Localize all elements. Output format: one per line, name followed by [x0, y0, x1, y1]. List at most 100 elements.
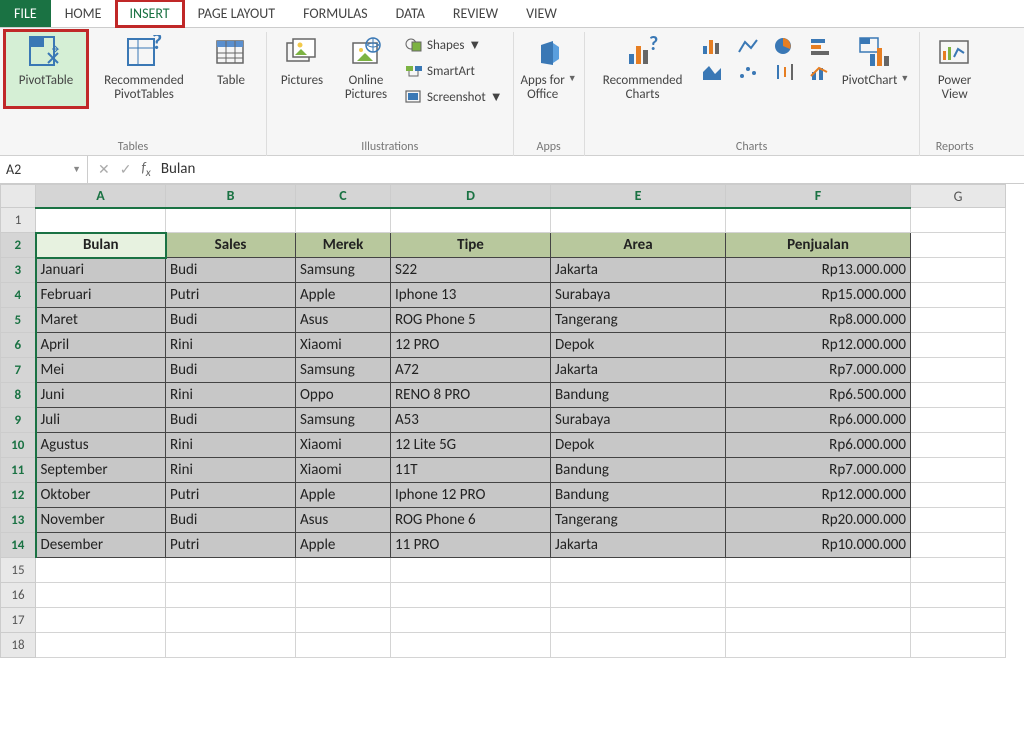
tab-formulas[interactable]: FORMULAS — [289, 0, 382, 27]
cell[interactable]: Budi — [166, 358, 296, 383]
cell[interactable] — [36, 608, 166, 633]
pictures-button[interactable]: Pictures — [273, 32, 331, 106]
cell[interactable]: Samsung — [296, 358, 391, 383]
shapes-button[interactable]: Shapes ▼ — [401, 34, 507, 56]
cell[interactable] — [911, 333, 1006, 358]
tab-home[interactable]: HOME — [51, 0, 116, 27]
cell[interactable]: September — [36, 458, 166, 483]
cell[interactable] — [551, 583, 726, 608]
cell[interactable]: Apple — [296, 533, 391, 558]
cell[interactable]: Rini — [166, 458, 296, 483]
cancel-formula-icon[interactable]: ✕ — [98, 161, 110, 178]
cell[interactable]: Oppo — [296, 383, 391, 408]
cell[interactable]: Rini — [166, 383, 296, 408]
recommended-charts-button[interactable]: ? Recommended Charts — [591, 32, 695, 106]
cell[interactable]: A53 — [391, 408, 551, 433]
cell[interactable]: Apple — [296, 283, 391, 308]
enter-formula-icon[interactable]: ✓ — [120, 161, 132, 178]
row-header[interactable]: 8 — [1, 383, 36, 408]
smartart-button[interactable]: SmartArt — [401, 60, 507, 82]
cell[interactable]: Mei — [36, 358, 166, 383]
online-pictures-button[interactable]: Online Pictures — [337, 32, 395, 106]
row-header[interactable]: 4 — [1, 283, 36, 308]
cell[interactable]: Rp12.000.000 — [726, 483, 911, 508]
cell[interactable]: 11 PRO — [391, 533, 551, 558]
cell[interactable] — [166, 608, 296, 633]
name-box[interactable]: A2 ▼ — [0, 156, 88, 183]
tab-data[interactable]: DATA — [382, 0, 439, 27]
cell[interactable] — [911, 358, 1006, 383]
cell[interactable] — [391, 558, 551, 583]
cell[interactable]: Samsung — [296, 408, 391, 433]
cell[interactable] — [166, 633, 296, 658]
row-header[interactable]: 10 — [1, 433, 36, 458]
cell[interactable] — [911, 608, 1006, 633]
cell[interactable] — [296, 558, 391, 583]
cell[interactable] — [391, 608, 551, 633]
column-header[interactable]: C — [296, 185, 391, 208]
combo-chart-icon[interactable] — [809, 62, 833, 82]
row-header[interactable]: 12 — [1, 483, 36, 508]
cell[interactable]: Xiaomi — [296, 433, 391, 458]
cell[interactable]: April — [36, 333, 166, 358]
row-header[interactable]: 11 — [1, 458, 36, 483]
cell[interactable] — [36, 208, 166, 233]
cell[interactable] — [911, 258, 1006, 283]
cell[interactable] — [36, 633, 166, 658]
cell[interactable]: Rp6.000.000 — [726, 408, 911, 433]
cell[interactable]: Asus — [296, 508, 391, 533]
cell[interactable]: Februari — [36, 283, 166, 308]
scatter-chart-icon[interactable] — [737, 62, 761, 82]
row-header[interactable]: 2 — [1, 233, 36, 258]
pivotchart-button[interactable]: PivotChart▼ — [839, 32, 913, 106]
cell[interactable]: Rp7.000.000 — [726, 458, 911, 483]
cell[interactable]: Jakarta — [551, 358, 726, 383]
cell[interactable]: Surabaya — [551, 283, 726, 308]
column-chart-icon[interactable] — [701, 36, 725, 56]
line-chart-icon[interactable] — [737, 36, 761, 56]
stock-chart-icon[interactable] — [773, 62, 797, 82]
row-header[interactable]: 1 — [1, 208, 36, 233]
row-header[interactable]: 16 — [1, 583, 36, 608]
cell[interactable]: Budi — [166, 258, 296, 283]
cell[interactable] — [911, 483, 1006, 508]
cell[interactable] — [911, 533, 1006, 558]
cell[interactable]: Jakarta — [551, 533, 726, 558]
cell[interactable]: ROG Phone 5 — [391, 308, 551, 333]
cell[interactable] — [296, 608, 391, 633]
cell[interactable]: Rp7.000.000 — [726, 358, 911, 383]
cell[interactable]: Putri — [166, 533, 296, 558]
cell[interactable] — [911, 558, 1006, 583]
cell[interactable]: Xiaomi — [296, 333, 391, 358]
cell[interactable]: Tangerang — [551, 508, 726, 533]
cell[interactable]: A72 — [391, 358, 551, 383]
cell[interactable]: Putri — [166, 483, 296, 508]
cell[interactable] — [726, 558, 911, 583]
row-header[interactable]: 3 — [1, 258, 36, 283]
cell[interactable]: Asus — [296, 308, 391, 333]
cell[interactable]: Samsung — [296, 258, 391, 283]
area-chart-icon[interactable] — [701, 62, 725, 82]
tab-file[interactable]: FILE — [0, 0, 51, 27]
cell[interactable]: Putri — [166, 283, 296, 308]
cell[interactable]: Sales — [166, 233, 296, 258]
apps-for-office-button[interactable]: Apps for Office▼ — [520, 32, 578, 106]
row-header[interactable]: 5 — [1, 308, 36, 333]
cell[interactable] — [551, 608, 726, 633]
cell[interactable] — [726, 608, 911, 633]
cell[interactable]: Desember — [36, 533, 166, 558]
cell[interactable] — [551, 633, 726, 658]
row-header[interactable]: 6 — [1, 333, 36, 358]
cell[interactable]: Rp10.000.000 — [726, 533, 911, 558]
cell[interactable]: Rp8.000.000 — [726, 308, 911, 333]
column-header[interactable]: F — [726, 185, 911, 208]
cell[interactable] — [166, 558, 296, 583]
column-header[interactable]: E — [551, 185, 726, 208]
screenshot-button[interactable]: Screenshot ▼ — [401, 86, 507, 108]
row-header[interactable]: 15 — [1, 558, 36, 583]
cell[interactable]: Rini — [166, 333, 296, 358]
cell[interactable] — [36, 558, 166, 583]
row-header[interactable]: 9 — [1, 408, 36, 433]
cell[interactable]: Rp20.000.000 — [726, 508, 911, 533]
cell[interactable] — [391, 208, 551, 233]
